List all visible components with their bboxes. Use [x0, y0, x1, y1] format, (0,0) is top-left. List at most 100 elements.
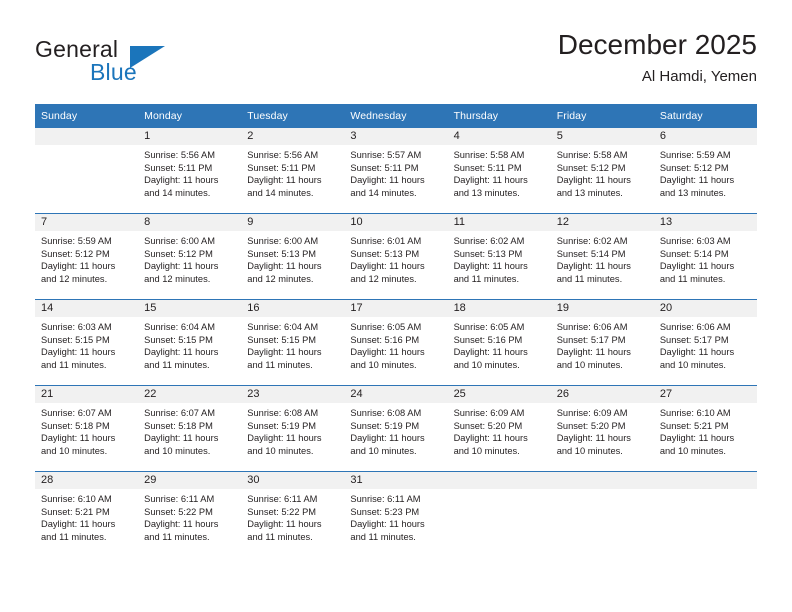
sunset-text: Sunset: 5:18 PM	[41, 420, 110, 431]
sunrise-text: Sunrise: 6:08 AM	[350, 408, 422, 418]
day-details: Sunrise: 6:11 AM Sunset: 5:22 PM Daylight:…	[138, 489, 241, 543]
day-details: Sunrise: 6:00 AM Sunset: 5:13 PM Daylight:…	[241, 231, 344, 285]
day-cell-content: 8 Sunrise: 6:00 AM Sunset: 5:12 PM Daylight…	[138, 214, 242, 299]
day-number: 18	[447, 300, 551, 317]
calendar-day-cell[interactable]: 25 Sunrise: 6:09 AM Sunset: 5:20 PM Dayligh…	[447, 385, 551, 472]
calendar-day-cell[interactable]: 7 Sunrise: 5:59 AM Sunset: 5:12 PM Daylight…	[35, 213, 139, 300]
day-cell-content	[447, 472, 551, 557]
day-cell-content: 15 Sunrise: 6:04 AM Sunset: 5:15 PM Dayligh…	[138, 300, 242, 385]
day-number	[35, 128, 139, 145]
calendar-day-cell[interactable]: 14 Sunrise: 6:03 AM Sunset: 5:15 PM Dayligh…	[35, 299, 139, 386]
calendar-day-cell[interactable]: 2 Sunrise: 5:56 AM Sunset: 5:11 PM Daylight…	[241, 128, 345, 214]
daylight-text: Daylight: 11 hours and 10 minutes.	[453, 433, 528, 456]
calendar-day-cell[interactable]: 5 Sunrise: 5:58 AM Sunset: 5:12 PM Daylight…	[550, 128, 654, 214]
calendar-day-cell[interactable]: 17 Sunrise: 6:05 AM Sunset: 5:16 PM Dayligh…	[344, 299, 448, 386]
day-number: 30	[241, 472, 345, 489]
calendar-day-cell[interactable]: 26 Sunrise: 6:09 AM Sunset: 5:20 PM Dayligh…	[550, 385, 654, 472]
calendar-day-cell[interactable]: 28 Sunrise: 6:10 AM Sunset: 5:21 PM Dayligh…	[35, 471, 139, 557]
day-details: Sunrise: 6:02 AM Sunset: 5:14 PM Daylight:…	[551, 231, 654, 285]
calendar-day-cell[interactable]: 11 Sunrise: 6:02 AM Sunset: 5:13 PM Dayligh…	[447, 213, 551, 300]
day-details: Sunrise: 6:00 AM Sunset: 5:12 PM Daylight:…	[138, 231, 241, 285]
calendar-day-cell[interactable]: 20 Sunrise: 6:06 AM Sunset: 5:17 PM Dayligh…	[653, 299, 757, 386]
calendar-day-cell[interactable]: 22 Sunrise: 6:07 AM Sunset: 5:18 PM Dayligh…	[138, 385, 242, 472]
calendar-day-cell[interactable]: 24 Sunrise: 6:08 AM Sunset: 5:19 PM Dayligh…	[344, 385, 448, 472]
day-cell-content: 18 Sunrise: 6:05 AM Sunset: 5:16 PM Dayligh…	[447, 300, 551, 385]
calendar-day-cell[interactable]: 18 Sunrise: 6:05 AM Sunset: 5:16 PM Dayligh…	[447, 299, 551, 386]
daylight-text: Daylight: 11 hours and 13 minutes.	[659, 175, 735, 198]
day-number: 7	[35, 214, 139, 231]
calendar-day-cell[interactable]: 15 Sunrise: 6:04 AM Sunset: 5:15 PM Dayligh…	[138, 299, 242, 386]
calendar-day-cell[interactable]: 30 Sunrise: 6:11 AM Sunset: 5:22 PM Dayligh…	[241, 471, 345, 557]
day-cell-content: 5 Sunrise: 5:58 AM Sunset: 5:12 PM Daylight…	[550, 128, 654, 213]
page-subtitle: Al Hamdi, Yemen	[641, 68, 757, 85]
day-cell-content: 17 Sunrise: 6:05 AM Sunset: 5:16 PM Dayligh…	[344, 300, 448, 385]
day-cell-content: 4 Sunrise: 5:58 AM Sunset: 5:11 PM Daylight…	[447, 128, 551, 213]
calendar-day-cell[interactable]: 21 Sunrise: 6:07 AM Sunset: 5:18 PM Dayligh…	[35, 385, 139, 472]
day-details: Sunrise: 6:06 AM Sunset: 5:17 PM Daylight:…	[551, 317, 654, 371]
sunset-text: Sunset: 5:23 PM	[350, 506, 420, 517]
sunrise-text: Sunrise: 6:09 AM	[556, 408, 628, 418]
calendar-day-cell[interactable]: 9 Sunrise: 6:00 AM Sunset: 5:13 PM Daylight…	[241, 213, 345, 300]
calendar-day-cell[interactable]: 16 Sunrise: 6:04 AM Sunset: 5:15 PM Dayligh…	[241, 299, 345, 386]
day-details: Sunrise: 6:08 AM Sunset: 5:19 PM Daylight:…	[241, 403, 344, 457]
calendar-day-cell[interactable]: 12 Sunrise: 6:02 AM Sunset: 5:14 PM Dayligh…	[550, 213, 654, 300]
day-details: Sunrise: 6:02 AM Sunset: 5:13 PM Daylight:…	[448, 231, 551, 285]
calendar-day-cell[interactable]: 27 Sunrise: 6:10 AM Sunset: 5:21 PM Dayligh…	[653, 385, 757, 472]
daylight-text: Daylight: 11 hours and 11 minutes.	[247, 347, 322, 370]
weekday-header-wednesday: Wednesday	[344, 104, 448, 128]
calendar-day-cell[interactable]: 29 Sunrise: 6:11 AM Sunset: 5:22 PM Dayligh…	[138, 471, 242, 557]
day-number	[447, 472, 551, 489]
day-number: 9	[241, 214, 345, 231]
calendar-day-cell-empty	[550, 471, 654, 557]
page-title: December 2025	[557, 29, 757, 60]
daylight-text: Daylight: 11 hours and 13 minutes.	[453, 175, 528, 198]
calendar-day-cell[interactable]: 23 Sunrise: 6:08 AM Sunset: 5:19 PM Dayligh…	[241, 385, 345, 472]
calendar-page: General Blue December 2025 Al Hamdi, Yem…	[0, 0, 792, 612]
daylight-text: Daylight: 11 hours and 14 minutes.	[247, 175, 322, 198]
sunset-text: Sunset: 5:15 PM	[41, 334, 110, 345]
daylight-text: Daylight: 11 hours and 10 minutes.	[659, 433, 735, 456]
sunset-text: Sunset: 5:15 PM	[144, 334, 213, 345]
calendar-day-cell[interactable]: 4 Sunrise: 5:58 AM Sunset: 5:11 PM Daylight…	[447, 128, 551, 214]
sunset-text: Sunset: 5:12 PM	[144, 248, 213, 259]
calendar-day-cell[interactable]: 6 Sunrise: 5:59 AM Sunset: 5:12 PM Daylight…	[653, 128, 757, 214]
sunset-text: Sunset: 5:11 PM	[144, 162, 213, 173]
sunrise-text: Sunrise: 6:10 AM	[41, 494, 112, 504]
weekday-header-saturday: Saturday	[653, 104, 757, 128]
sunset-text: Sunset: 5:12 PM	[556, 162, 626, 173]
sunset-text: Sunset: 5:14 PM	[659, 248, 729, 259]
calendar-day-cell[interactable]: 8 Sunrise: 6:00 AM Sunset: 5:12 PM Daylight…	[138, 213, 242, 300]
calendar-day-cell[interactable]: 31 Sunrise: 6:11 AM Sunset: 5:23 PM Dayligh…	[344, 471, 448, 557]
sunrise-text: Sunrise: 6:10 AM	[659, 408, 731, 418]
day-number: 12	[550, 214, 654, 231]
daylight-text: Daylight: 11 hours and 11 minutes.	[556, 261, 631, 284]
day-cell-content: 23 Sunrise: 6:08 AM Sunset: 5:19 PM Dayligh…	[241, 386, 345, 471]
sunrise-text: Sunrise: 6:11 AM	[144, 494, 215, 504]
daylight-text: Daylight: 11 hours and 11 minutes.	[247, 519, 322, 542]
day-cell-content: 28 Sunrise: 6:10 AM Sunset: 5:21 PM Dayligh…	[35, 472, 139, 557]
day-details: Sunrise: 5:56 AM Sunset: 5:11 PM Daylight:…	[138, 145, 241, 199]
sunrise-text: Sunrise: 5:58 AM	[556, 150, 628, 160]
day-details: Sunrise: 6:04 AM Sunset: 5:15 PM Daylight:…	[241, 317, 344, 371]
calendar-day-cell[interactable]: 13 Sunrise: 6:03 AM Sunset: 5:14 PM Dayligh…	[653, 213, 757, 300]
daylight-text: Daylight: 11 hours and 11 minutes.	[41, 519, 116, 542]
calendar-day-cell[interactable]: 1 Sunrise: 5:56 AM Sunset: 5:11 PM Daylight…	[138, 128, 242, 214]
sunset-text: Sunset: 5:16 PM	[350, 334, 420, 345]
day-number: 8	[138, 214, 242, 231]
sunrise-text: Sunrise: 6:06 AM	[556, 322, 628, 332]
daylight-text: Daylight: 11 hours and 11 minutes.	[144, 347, 219, 370]
day-details: Sunrise: 5:59 AM Sunset: 5:12 PM Daylight:…	[654, 145, 757, 199]
day-details: Sunrise: 6:05 AM Sunset: 5:16 PM Daylight:…	[448, 317, 551, 371]
day-number: 4	[447, 128, 551, 145]
day-cell-content: 30 Sunrise: 6:11 AM Sunset: 5:22 PM Dayligh…	[241, 472, 345, 557]
day-details: Sunrise: 6:10 AM Sunset: 5:21 PM Daylight:…	[654, 403, 757, 457]
day-number: 22	[138, 386, 242, 403]
calendar-day-cell[interactable]: 10 Sunrise: 6:01 AM Sunset: 5:13 PM Dayligh…	[344, 213, 448, 300]
calendar-day-cell[interactable]: 19 Sunrise: 6:06 AM Sunset: 5:17 PM Dayligh…	[550, 299, 654, 386]
day-cell-content: 24 Sunrise: 6:08 AM Sunset: 5:19 PM Dayligh…	[344, 386, 448, 471]
calendar-day-cell[interactable]: 3 Sunrise: 5:57 AM Sunset: 5:11 PM Daylight…	[344, 128, 448, 214]
general-blue-logo[interactable]: General Blue	[35, 36, 215, 88]
day-number: 29	[138, 472, 242, 489]
sunrise-text: Sunrise: 5:59 AM	[659, 150, 731, 160]
day-number: 25	[447, 386, 551, 403]
